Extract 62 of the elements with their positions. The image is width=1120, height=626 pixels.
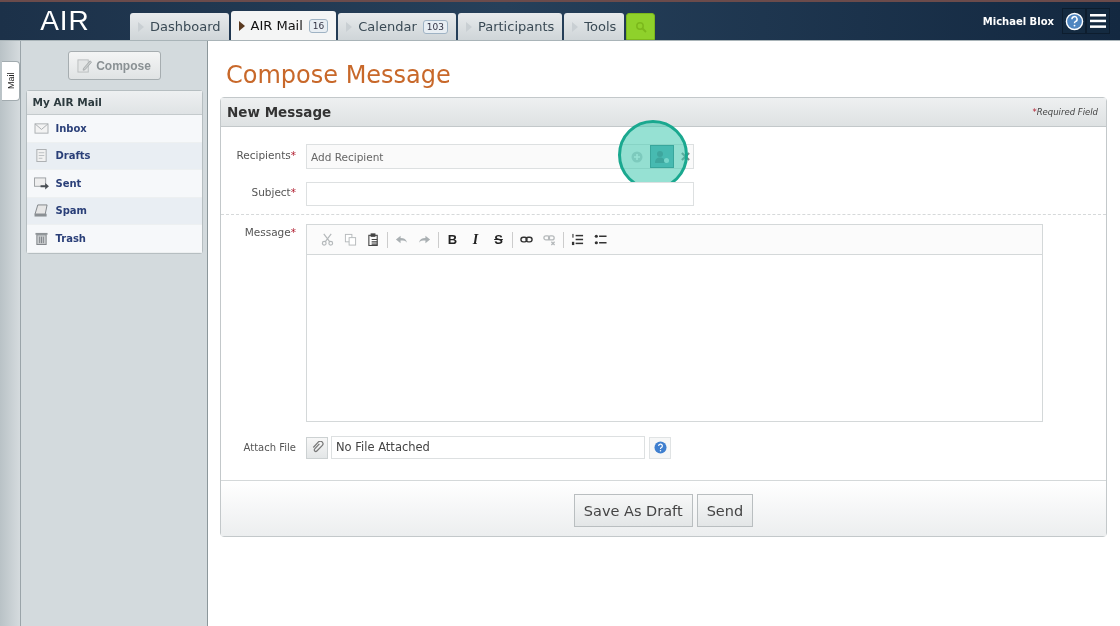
paperclip-icon xyxy=(310,441,324,454)
folder-item[interactable]: Inbox xyxy=(26,115,202,143)
nav-tab[interactable]: Calendar 103 xyxy=(338,13,456,40)
close-icon[interactable] xyxy=(681,152,690,161)
recipients-field[interactable]: Add Recipient xyxy=(306,144,694,169)
logo: AIR xyxy=(39,7,91,35)
subject-field[interactable] xyxy=(306,182,694,206)
folder-item[interactable]: Trash xyxy=(26,225,202,253)
triangle-icon xyxy=(465,21,472,32)
triangle-icon xyxy=(346,21,353,32)
user-name: Michael Blox xyxy=(982,15,1054,27)
help-icon xyxy=(653,441,667,454)
scroll-icon xyxy=(33,204,49,218)
envelope-icon xyxy=(33,121,49,135)
page-title: Compose Message xyxy=(226,63,452,87)
search-icon xyxy=(634,20,647,33)
menu-button[interactable] xyxy=(1086,8,1110,34)
ol-icon xyxy=(571,233,584,246)
file-field: No File Attached xyxy=(331,436,645,459)
nav-tab[interactable]: AIR Mail 16 xyxy=(230,11,337,40)
count-badge: 16 xyxy=(308,18,329,33)
folder-item[interactable]: Spam xyxy=(26,197,202,225)
paste-icon xyxy=(367,233,380,246)
action-button[interactable]: Save As Draft xyxy=(573,494,693,527)
strike-button[interactable]: S xyxy=(487,229,510,250)
menu-icon xyxy=(1090,14,1106,28)
cut-icon xyxy=(321,233,334,246)
side-tab[interactable]: Mail xyxy=(2,61,20,101)
folder-item[interactable]: Drafts xyxy=(26,142,202,170)
field-label: Recipients* xyxy=(235,148,296,161)
nav-tab[interactable]: Dashboard xyxy=(130,13,229,40)
copy-icon xyxy=(344,233,357,246)
help-icon xyxy=(1064,11,1084,31)
nav-tab[interactable]: Tools xyxy=(564,13,625,40)
unlink-icon xyxy=(543,233,556,246)
help-button[interactable] xyxy=(1062,8,1086,34)
panel-title: My AIR Mail xyxy=(26,91,202,115)
folder-item[interactable]: Sent xyxy=(26,170,202,198)
action-button[interactable]: Send xyxy=(696,494,754,527)
triangle-icon xyxy=(572,21,579,32)
triangle-icon xyxy=(238,20,245,31)
search-button[interactable] xyxy=(626,13,656,40)
bold-button[interactable]: B xyxy=(441,229,464,250)
field-label: Subject* xyxy=(250,186,296,198)
italic-button[interactable]: I xyxy=(464,229,487,250)
ul-icon xyxy=(594,233,607,246)
required-note: *Required Field xyxy=(1032,107,1098,117)
field-label: Message* xyxy=(243,226,296,238)
nav-tab[interactable]: Participants xyxy=(457,13,563,40)
redo-icon xyxy=(418,233,431,246)
link-icon xyxy=(520,233,533,246)
people-icon xyxy=(654,149,670,164)
attach-button[interactable] xyxy=(306,436,328,459)
field-label: Attach File xyxy=(242,442,296,453)
triangle-icon xyxy=(138,21,144,32)
count-badge: 103 xyxy=(422,19,448,34)
message-editor[interactable]: B I S xyxy=(306,224,1043,422)
compose-icon xyxy=(77,58,93,73)
panel-title: New Message xyxy=(227,104,332,120)
document-icon xyxy=(33,149,49,163)
undo-icon xyxy=(395,233,408,246)
trash-icon xyxy=(33,231,49,245)
